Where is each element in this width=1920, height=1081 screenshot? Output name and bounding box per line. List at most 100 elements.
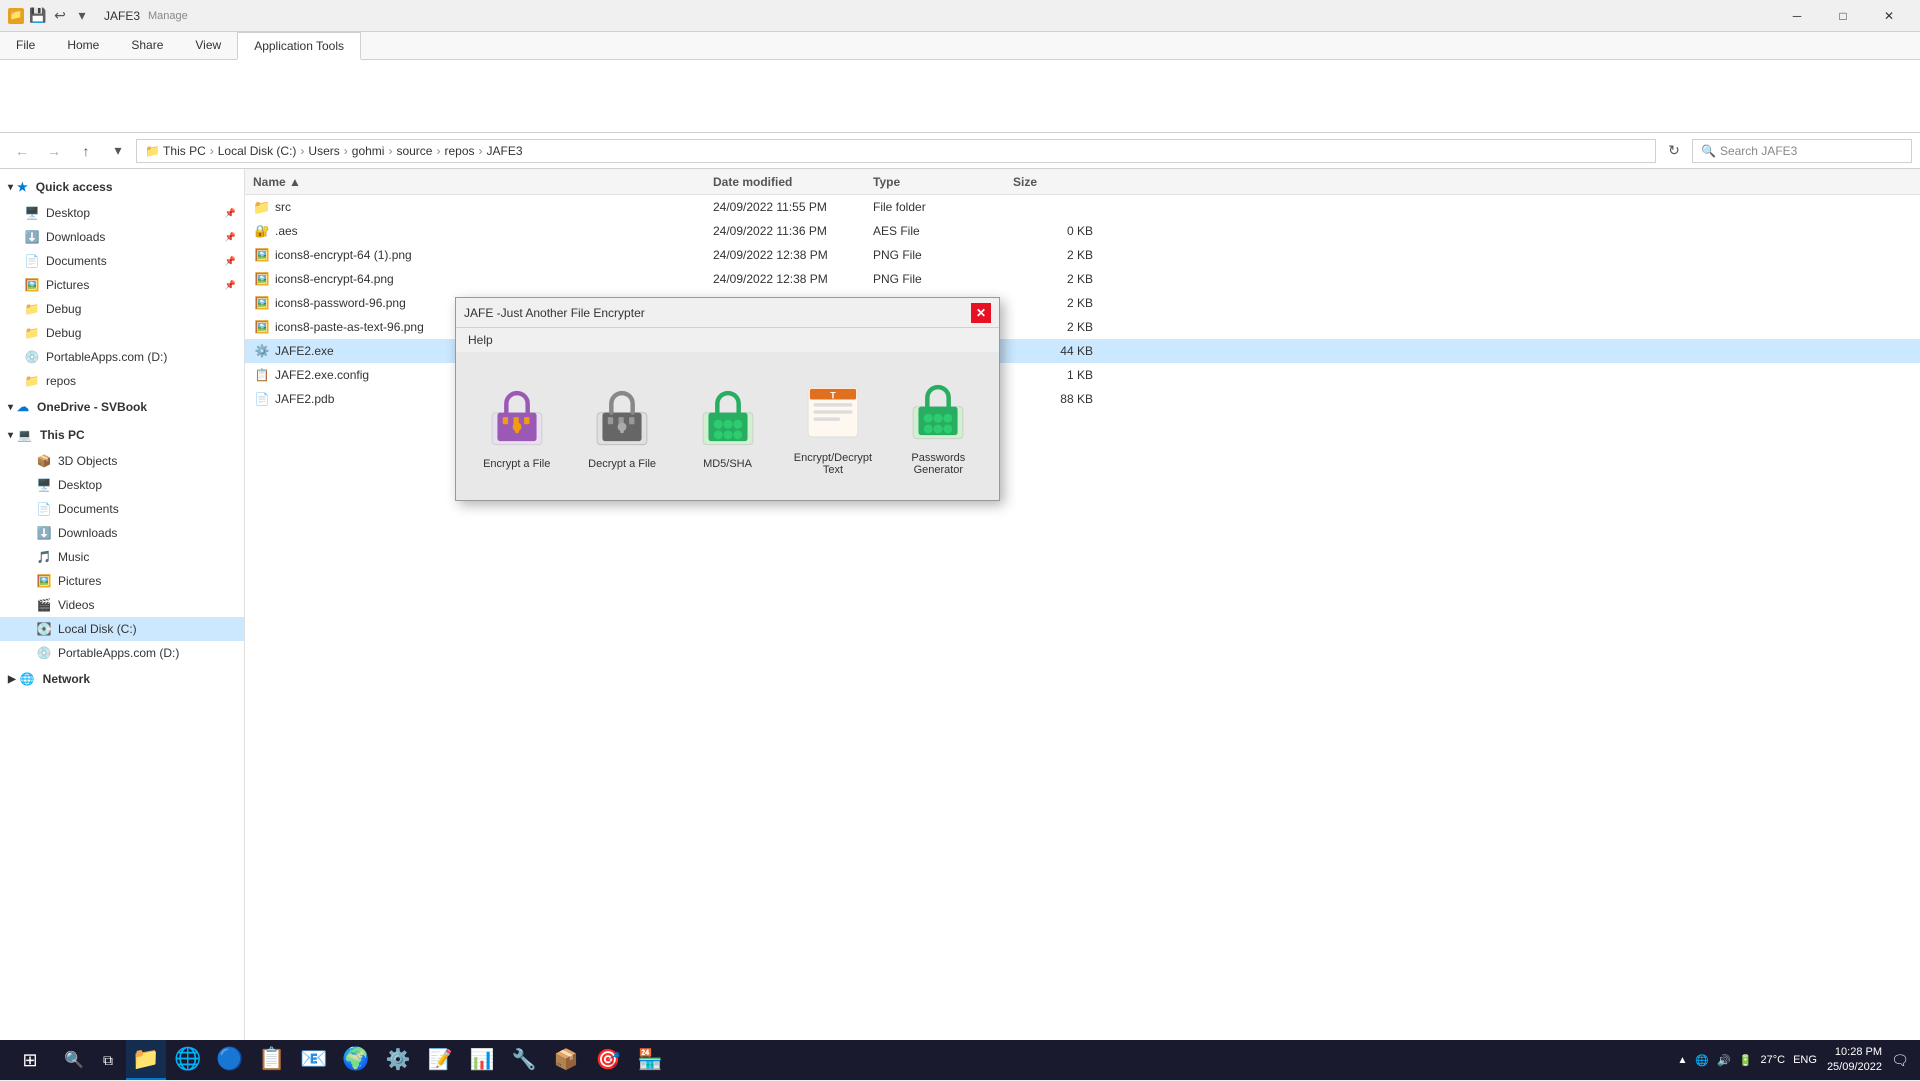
taskbar-app-mail[interactable]: 📧 [294,1040,334,1080]
path-repos[interactable]: repos [444,144,474,158]
sidebar-item-desktop-pc[interactable]: 🖥️ Desktop [0,473,244,497]
taskbar-task-view[interactable]: ⧉ [92,1040,124,1080]
sidebar-item-repos[interactable]: 📁 repos [0,369,244,393]
taskbar-app-explorer[interactable]: 📁 [126,1040,166,1080]
path-jafe3[interactable]: JAFE3 [487,144,523,158]
portableapps-pc-icon: 💿 [36,645,52,661]
sidebar-item-debug1[interactable]: 📁 Debug [0,297,244,321]
minimize-button[interactable]: ─ [1774,0,1820,32]
taskbar-app-files[interactable]: 📋 [252,1040,292,1080]
notification-button[interactable]: 🗨 [1884,1040,1916,1080]
encrypt-file-button[interactable]: Encrypt a File [468,374,565,478]
sidebar-item-portableapps[interactable]: 💿 PortableApps.com (D:) [0,345,244,369]
sidebar-item-documents-pc[interactable]: 📄 Documents [0,497,244,521]
documents-icon: 📄 [24,253,40,269]
enctext-icon: T [797,376,869,448]
encrypt-file-icon [481,382,553,454]
col-type-header[interactable]: Type [873,175,1013,189]
passwords-generator-button[interactable]: Passwords Generator [890,368,987,484]
address-path[interactable]: 📁 This PC › Local Disk (C:) › Users › go… [136,139,1656,163]
sidebar-item-pictures-pinned[interactable]: 🖼️ Pictures 📌 [0,273,244,297]
path-gohmi[interactable]: gohmi [352,144,385,158]
encrypt-decrypt-text-button[interactable]: T Encrypt/Decrypt Text [784,368,881,484]
up-button[interactable]: ↑ [72,137,100,165]
tab-view[interactable]: View [179,32,237,59]
col-date-header[interactable]: Date modified [713,175,873,189]
decrypt-file-button[interactable]: Decrypt a File [573,374,670,478]
path-localdisk[interactable]: Local Disk (C:) [218,144,297,158]
tab-home[interactable]: Home [51,32,115,59]
decrypt-file-icon [586,382,658,454]
taskbar-clock[interactable]: 10:28 PM 25/09/2022 [1827,1045,1882,1076]
window-title: JAFE3 [104,9,140,23]
jafe-dialog[interactable]: JAFE -Just Another File Encrypter ✕ Help [455,297,1000,501]
sidebar-item-pictures-pc[interactable]: 🖼️ Pictures [0,569,244,593]
taskbar-app-excel[interactable]: 📊 [462,1040,502,1080]
file-row-png2[interactable]: 🖼️ icons8-encrypt-64.png 24/09/2022 12:3… [245,267,1920,291]
forward-button[interactable]: → [40,137,68,165]
volume-icon[interactable]: 🔊 [1717,1054,1731,1067]
file-row-src[interactable]: 📁 src 24/09/2022 11:55 PM File folder [245,195,1920,219]
taskbar-app-edge[interactable]: 🌐 [168,1040,208,1080]
tab-share[interactable]: Share [115,32,179,59]
close-button[interactable]: ✕ [1866,0,1912,32]
sidebar-item-localdisk[interactable]: 💽 Local Disk (C:) [0,617,244,641]
sidebar-network-header[interactable]: ▶ 🌐 Network [0,665,244,693]
maximize-button[interactable]: □ [1820,0,1866,32]
sidebar-thispc-header[interactable]: ▾ 💻 This PC [0,421,244,449]
taskbar-app-store[interactable]: 🏪 [630,1040,670,1080]
config-icon: 📋 [253,366,271,384]
sidebar-item-downloads-pinned[interactable]: ⬇️ Downloads 📌 [0,225,244,249]
sidebar-item-documents-pinned[interactable]: 📄 Documents 📌 [0,249,244,273]
file-row-aes[interactable]: 🔐 .aes 24/09/2022 11:36 PM AES File 0 KB [245,219,1920,243]
sidebar-item-debug2[interactable]: 📁 Debug [0,321,244,345]
taskbar-app-app2[interactable]: 🔧 [504,1040,544,1080]
sidebar-item-desktop[interactable]: 🖥️ Desktop 📌 [0,201,244,225]
taskbar-app-chrome[interactable]: 🔵 [210,1040,250,1080]
tab-file[interactable]: File [0,32,51,59]
taskbar-app-settings[interactable]: ⚙️ [378,1040,418,1080]
dialog-content: Encrypt a File Decrypt a Fi [456,352,999,500]
taskbar-app-app3[interactable]: 📦 [546,1040,586,1080]
refresh-button[interactable]: ↻ [1660,137,1688,165]
sidebar-item-videos[interactable]: 🎬 Videos [0,593,244,617]
exe-icon: ⚙️ [253,342,271,360]
portableapps-icon: 💿 [24,349,40,365]
col-size-header[interactable]: Size [1013,175,1093,189]
back-button[interactable]: ← [8,137,36,165]
documents-pc-icon: 📄 [36,501,52,517]
search-box[interactable]: 🔍 Search JAFE3 [1692,139,1912,163]
dialog-menu-help[interactable]: Help [460,328,501,352]
dropdown-icon[interactable]: ▾ [72,6,92,26]
save-icon[interactable]: 💾 [28,6,48,26]
path-thispc[interactable]: 📁 This PC [145,144,206,158]
undo-icon[interactable]: ↩ [50,6,70,26]
taskbar-app-ie[interactable]: 🌍 [336,1040,376,1080]
sidebar-item-downloads-pc[interactable]: ⬇️ Downloads [0,521,244,545]
dialog-close-button[interactable]: ✕ [971,303,991,323]
file-row-png1[interactable]: 🖼️ icons8-encrypt-64 (1).png 24/09/2022 … [245,243,1920,267]
md5-sha-button[interactable]: MD5/SHA [679,374,776,478]
path-source[interactable]: source [396,144,432,158]
sidebar-item-portableapps-pc[interactable]: 💿 PortableApps.com (D:) [0,641,244,665]
tab-application-tools[interactable]: Application Tools [237,32,361,60]
taskbar-app-app4[interactable]: 🎯 [588,1040,628,1080]
dialog-title: JAFE -Just Another File Encrypter [464,306,645,320]
path-users[interactable]: Users [308,144,339,158]
systray: ▲ 🌐 🔊 🔋 27°C ENG [1670,1054,1825,1067]
sidebar-thispc-label: This PC [40,428,85,442]
col-name-header[interactable]: Name ▲ [253,175,713,189]
downloads-icon: ⬇️ [24,229,40,245]
downloads-pc-icon: ⬇️ [36,525,52,541]
sidebar-quick-access-header[interactable]: ▾ ★ Quick access [0,173,244,201]
taskbar-app-vscode[interactable]: 📝 [420,1040,460,1080]
sidebar-item-3dobjects[interactable]: 📦 3D Objects [0,449,244,473]
recent-locations-button[interactable]: ▾ [104,137,132,165]
systray-arrow[interactable]: ▲ [1678,1055,1688,1066]
sidebar-item-music[interactable]: 🎵 Music [0,545,244,569]
sidebar-onedrive-header[interactable]: ▾ ☁ OneDrive - SVBook [0,393,244,421]
clock-time: 10:28 PM [1827,1045,1882,1060]
taskbar-search-button[interactable]: 🔍 [58,1040,90,1080]
temperature-display: 27°C [1761,1054,1786,1066]
start-button[interactable]: ⊞ [4,1040,56,1080]
